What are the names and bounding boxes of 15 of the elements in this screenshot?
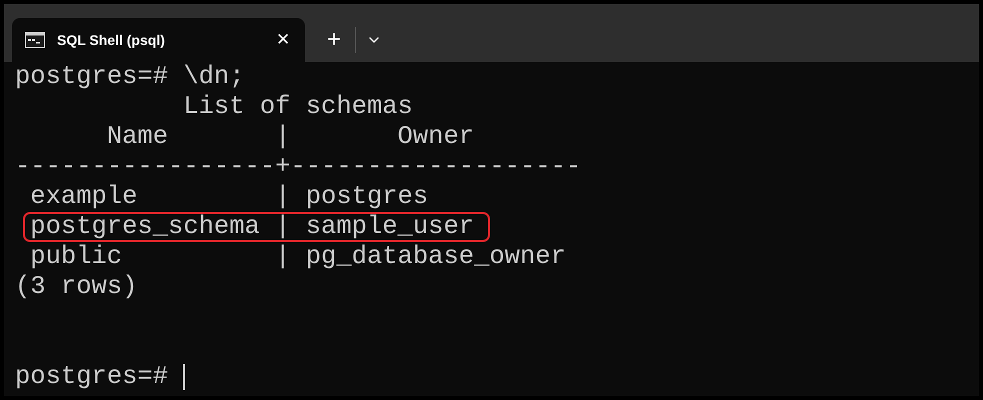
text-cursor [183, 364, 186, 390]
table-header: Name | Owner [106, 122, 476, 152]
new-tab-button[interactable]: + [323, 28, 346, 52]
table-row: example | postgres [30, 184, 428, 210]
close-button[interactable]: ✕ [274, 27, 292, 53]
tab-title: SQL Shell (psql) [57, 30, 166, 50]
table-title: List of schemas [182, 92, 414, 122]
prompt: postgres=# [15, 362, 168, 392]
command-line: postgres=# \dn; [15, 62, 246, 92]
terminal-icon [25, 32, 45, 48]
row-count: (3 rows) [15, 272, 138, 302]
table-row: public | pg_database_owner [30, 244, 566, 270]
terminal-tab[interactable]: SQL Shell (psql) ✕ [12, 18, 305, 62]
table-row: postgres_schema | sample_user [23, 212, 490, 242]
table-separator: -----------------+------------------- [15, 152, 582, 182]
